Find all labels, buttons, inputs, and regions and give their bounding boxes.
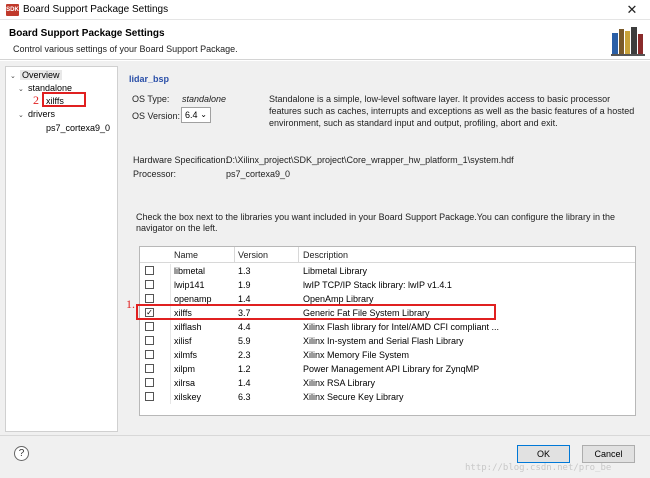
watermark: http://blog.csdn.net/pro_be [465,463,612,473]
library-checkbox[interactable] [145,364,154,373]
library-version: 5.9 [238,336,251,346]
library-description: Xilinx RSA Library [303,378,376,388]
library-name: xilflash [174,322,202,332]
tree-item-drivers[interactable]: drivers [28,109,55,119]
library-version: 6.3 [238,392,251,402]
column-divider [170,334,171,348]
dialog-header: Board Support Package Settings Control v… [0,20,650,60]
header-description: Control various settings of your Board S… [13,44,238,54]
annotation-number-1: 1. [126,297,135,311]
libraries-instruction: Check the box next to the libraries you … [136,212,615,233]
column-divider [170,320,171,334]
table-row[interactable]: xilrsa 1.4 Xilinx RSA Library [140,376,635,390]
tree-item-overview[interactable]: Overview [20,70,62,80]
annotation-box-xilffs-row [136,304,496,320]
column-divider [170,376,171,390]
title-bar: SDK Board Support Package Settings ✕ [0,0,650,20]
header-title: Board Support Package Settings [9,28,165,39]
library-version: 1.4 [238,294,251,304]
column-divider [170,278,171,292]
os-version-value: 6.4 [185,110,198,120]
table-row[interactable]: xilisf 5.9 Xilinx In-system and Serial F… [140,334,635,348]
close-icon[interactable]: ✕ [620,1,644,19]
library-name: xilskey [174,392,202,402]
library-version: 4.4 [238,322,251,332]
os-type-value: standalone [182,94,227,104]
library-description: OpenAmp Library [303,294,374,304]
library-description: Xilinx Secure Key Library [303,392,404,402]
library-version: 1.3 [238,266,251,276]
library-version: 1.2 [238,364,251,374]
column-divider [170,264,171,278]
settings-tree: ⌄ Overview ⌄ standalone xilffs ⌄ drivers… [5,66,118,432]
collapse-arrow-icon[interactable]: ⌄ [18,85,24,93]
column-divider [170,390,171,404]
hw-spec-label: Hardware Specification: [133,155,229,165]
collapse-arrow-icon[interactable]: ⌄ [18,111,24,119]
chevron-down-icon: ⌄ [200,110,207,119]
library-checkbox[interactable] [145,266,154,275]
column-divider [234,247,235,263]
annotation-number-2: 2 [33,93,39,107]
window-title: Board Support Package Settings [23,4,169,15]
collapse-arrow-icon[interactable]: ⌄ [10,72,16,80]
processor-label: Processor: [133,169,177,179]
library-description: Xilinx In-system and Serial Flash Librar… [303,336,464,346]
library-description: Power Management API Library for ZynqMP [303,364,480,374]
library-name: openamp [174,294,212,304]
annotation-box-xilffs-tree [42,92,86,107]
table-row[interactable]: xilflash 4.4 Xilinx Flash library for In… [140,320,635,334]
library-name: lwip141 [174,280,205,290]
library-name: xilmfs [174,350,197,360]
column-divider [170,348,171,362]
library-version: 1.4 [238,378,251,388]
library-name: xilrsa [174,378,196,388]
library-version: 2.3 [238,350,251,360]
library-checkbox[interactable] [145,336,154,345]
books-icon [611,27,645,56]
cancel-button[interactable]: Cancel [582,445,635,463]
library-description: Xilinx Flash library for Intel/AMD CFI c… [303,322,500,332]
column-header-description[interactable]: Description [303,250,348,260]
os-version-label: OS Version: [132,111,181,121]
library-name: xilisf [174,336,192,346]
library-description: Xilinx Memory File System [303,350,410,360]
library-checkbox[interactable] [145,280,154,289]
column-header-version[interactable]: Version [238,250,268,260]
library-checkbox[interactable] [145,322,154,331]
libraries-table: Name Version Description libmetal 1.3 Li… [139,246,636,416]
hw-spec-value: D:\Xilinx_project\SDK_project\Core_wrapp… [226,155,514,165]
library-checkbox[interactable] [145,350,154,359]
table-row[interactable]: xilpm 1.2 Power Management API Library f… [140,362,635,376]
column-divider [170,362,171,376]
processor-value: ps7_cortexa9_0 [226,169,291,179]
library-description: Libmetal Library [303,266,368,276]
help-icon[interactable]: ? [14,446,29,461]
library-checkbox[interactable] [145,378,154,387]
table-row[interactable]: lwip141 1.9 lwIP TCP/IP Stack library: l… [140,278,635,292]
library-version: 1.9 [238,280,251,290]
sdk-logo-icon: SDK [6,4,19,16]
library-checkbox[interactable] [145,392,154,401]
bsp-name: lidar_bsp [129,74,170,84]
table-header: Name Version Description [140,247,635,263]
library-name: libmetal [174,266,206,276]
os-description: Standalone is a simple, low-level softwa… [269,94,635,128]
tree-item-ps7-cortexa9-0[interactable]: ps7_cortexa9_0 [46,123,110,133]
table-row[interactable]: xilskey 6.3 Xilinx Secure Key Library [140,390,635,404]
library-name: xilpm [174,364,196,374]
column-header-name[interactable]: Name [174,250,198,260]
library-checkbox[interactable] [145,294,154,303]
column-divider [298,247,299,263]
ok-button[interactable]: OK [517,445,570,463]
library-description: lwIP TCP/IP Stack library: lwIP v1.4.1 [303,280,452,290]
os-version-select[interactable]: 6.4 ⌄ [181,107,211,123]
os-type-label: OS Type: [132,94,170,104]
table-row[interactable]: xilmfs 2.3 Xilinx Memory File System [140,348,635,362]
table-row[interactable]: libmetal 1.3 Libmetal Library [140,264,635,278]
